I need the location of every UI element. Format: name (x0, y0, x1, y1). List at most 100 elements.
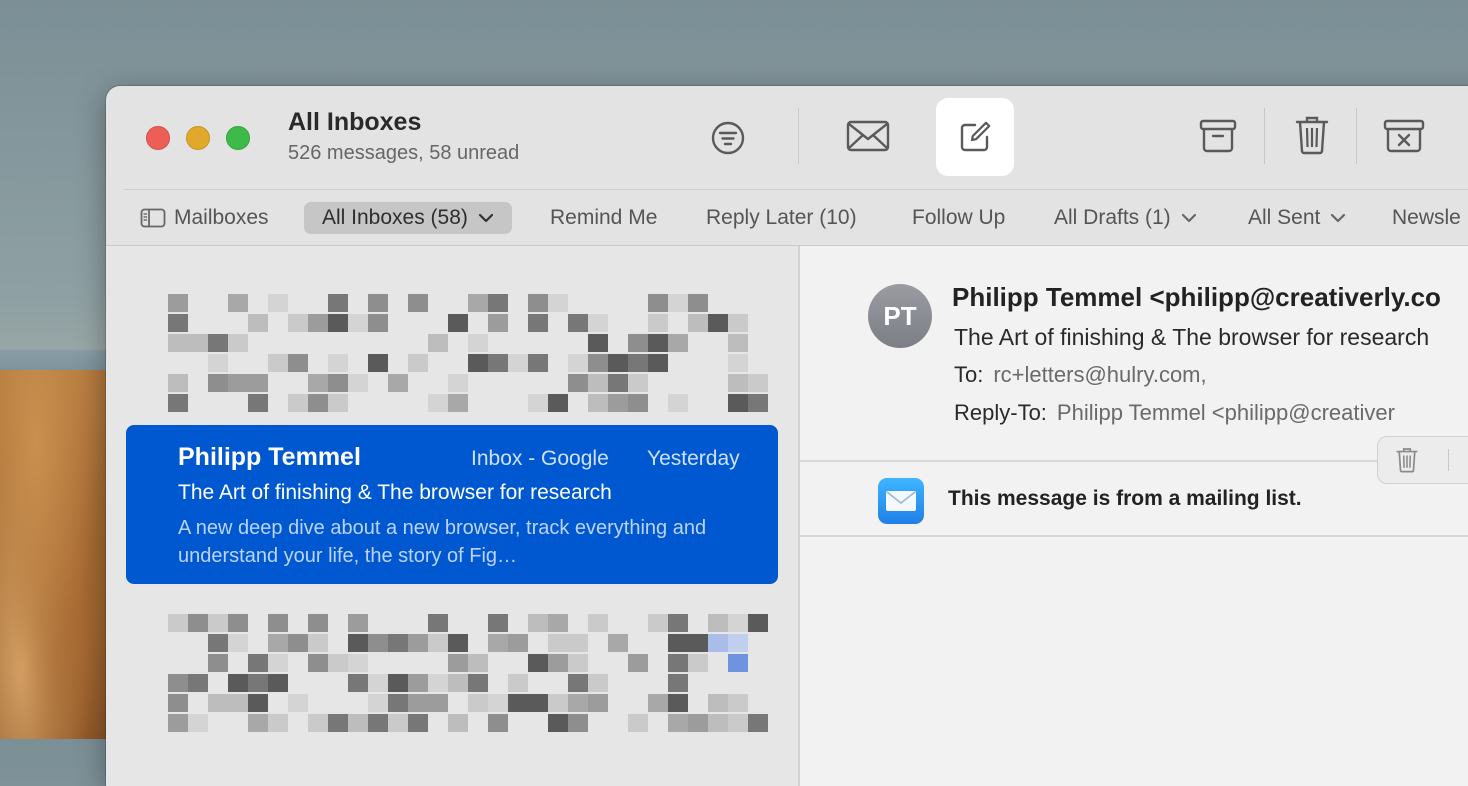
minimize-window-button[interactable] (186, 126, 210, 150)
pixel-block (668, 394, 688, 412)
pixel-block (628, 334, 648, 352)
delete-button[interactable] (1290, 112, 1334, 158)
pixel-block (668, 714, 688, 732)
archive-icon (1199, 119, 1237, 153)
filter-icon (710, 120, 746, 156)
pixel-block (648, 694, 668, 712)
pixel-block (568, 714, 588, 732)
pixel-block (448, 654, 468, 672)
pixel-block (248, 394, 268, 412)
pixel-block (508, 634, 528, 652)
pixel-block (208, 374, 228, 392)
pixel-block (448, 714, 468, 732)
pixel-block (388, 634, 408, 652)
message-actions-hover (1377, 436, 1468, 484)
pixel-block (588, 614, 608, 632)
pixel-block (468, 654, 488, 672)
pixel-block (708, 694, 728, 712)
archive-button[interactable] (1196, 114, 1240, 158)
pixel-block (328, 294, 348, 312)
pixel-block (448, 634, 468, 652)
favorite-remind-me[interactable]: Remind Me (550, 202, 657, 234)
pixel-block (308, 654, 328, 672)
pixel-block (208, 654, 228, 672)
close-window-button[interactable] (146, 126, 170, 150)
pixel-block (348, 614, 368, 632)
compose-button[interactable] (936, 98, 1014, 176)
header-from[interactable]: Philipp Temmel <philipp@creativerly.co (952, 282, 1441, 313)
favorite-follow-up[interactable]: Follow Up (912, 202, 1005, 234)
pixel-block (388, 714, 408, 732)
favorite-all-inboxes[interactable]: All Inboxes (58) (304, 202, 512, 234)
avatar: PT (868, 284, 932, 348)
message-mailbox: Inbox - Google (471, 447, 609, 471)
pixel-block (408, 634, 428, 652)
pixel-block (488, 714, 508, 732)
pixel-block (428, 694, 448, 712)
pixel-block (548, 694, 568, 712)
pixel-block (368, 674, 388, 692)
pixel-block (528, 394, 548, 412)
pixel-block (208, 634, 228, 652)
pixel-block (548, 394, 568, 412)
pixel-block (588, 374, 608, 392)
pixel-block (268, 654, 288, 672)
favorite-all-sent[interactable]: All Sent (1248, 202, 1346, 234)
pixel-block (688, 294, 708, 312)
pixel-block (288, 314, 308, 332)
mailboxes-toggle[interactable]: Mailboxes (140, 202, 269, 234)
pixel-block (468, 354, 488, 372)
message-row-selected[interactable]: Philipp Temmel Inbox - Google Yesterday … (126, 425, 778, 584)
pixel-block (728, 314, 748, 332)
pixel-block (388, 674, 408, 692)
pixel-block (168, 714, 188, 732)
pixel-block (308, 634, 328, 652)
pixel-block (528, 694, 548, 712)
zoom-window-button[interactable] (226, 126, 250, 150)
mailboxes-label: Mailboxes (174, 202, 269, 234)
pixel-block (268, 614, 288, 632)
pixel-block (708, 714, 728, 732)
mailing-list-notice: This message is from a mailing list. (948, 487, 1302, 511)
pixel-block (528, 314, 548, 332)
pixel-block (628, 394, 648, 412)
pixel-block (428, 634, 448, 652)
header-divider (800, 460, 1468, 462)
window-title: All Inboxes (288, 108, 421, 137)
pixel-block (748, 614, 768, 632)
get-mail-icon (846, 120, 890, 152)
pixel-block (248, 374, 268, 392)
pixel-block (488, 614, 508, 632)
pixel-block (308, 714, 328, 732)
pixel-block (448, 374, 468, 392)
pixel-block (428, 614, 448, 632)
pixel-block (568, 694, 588, 712)
to-address[interactable]: rc+letters@hulry.com, (993, 362, 1206, 387)
trash-icon[interactable] (1396, 447, 1418, 473)
pixel-block (568, 354, 588, 372)
pixel-block (328, 654, 348, 672)
pixel-block (648, 354, 668, 372)
favorite-newsletters[interactable]: Newsle (1392, 202, 1461, 234)
pixel-block (668, 614, 688, 632)
chevron-down-icon (1181, 213, 1197, 223)
pixel-block (208, 354, 228, 372)
sidebar-icon (140, 208, 166, 228)
favorite-reply-later[interactable]: Reply Later (10) (706, 202, 857, 234)
junk-button[interactable] (1380, 114, 1428, 158)
pixel-block (468, 694, 488, 712)
pixel-block (488, 314, 508, 332)
reply-to-address[interactable]: Philipp Temmel <philipp@creativer (1057, 400, 1395, 425)
pixel-block (368, 694, 388, 712)
favorite-all-drafts[interactable]: All Drafts (1) (1054, 202, 1197, 234)
pixel-block (168, 334, 188, 352)
pixel-block (488, 354, 508, 372)
filter-button[interactable] (706, 116, 750, 160)
pixel-block (488, 634, 508, 652)
pixel-block (688, 314, 708, 332)
pixel-block (608, 354, 628, 372)
get-mail-button[interactable] (844, 114, 892, 158)
toolbar-separator (1264, 108, 1265, 164)
message-subject: The Art of finishing & The browser for r… (178, 481, 612, 505)
pixel-block (228, 334, 248, 352)
